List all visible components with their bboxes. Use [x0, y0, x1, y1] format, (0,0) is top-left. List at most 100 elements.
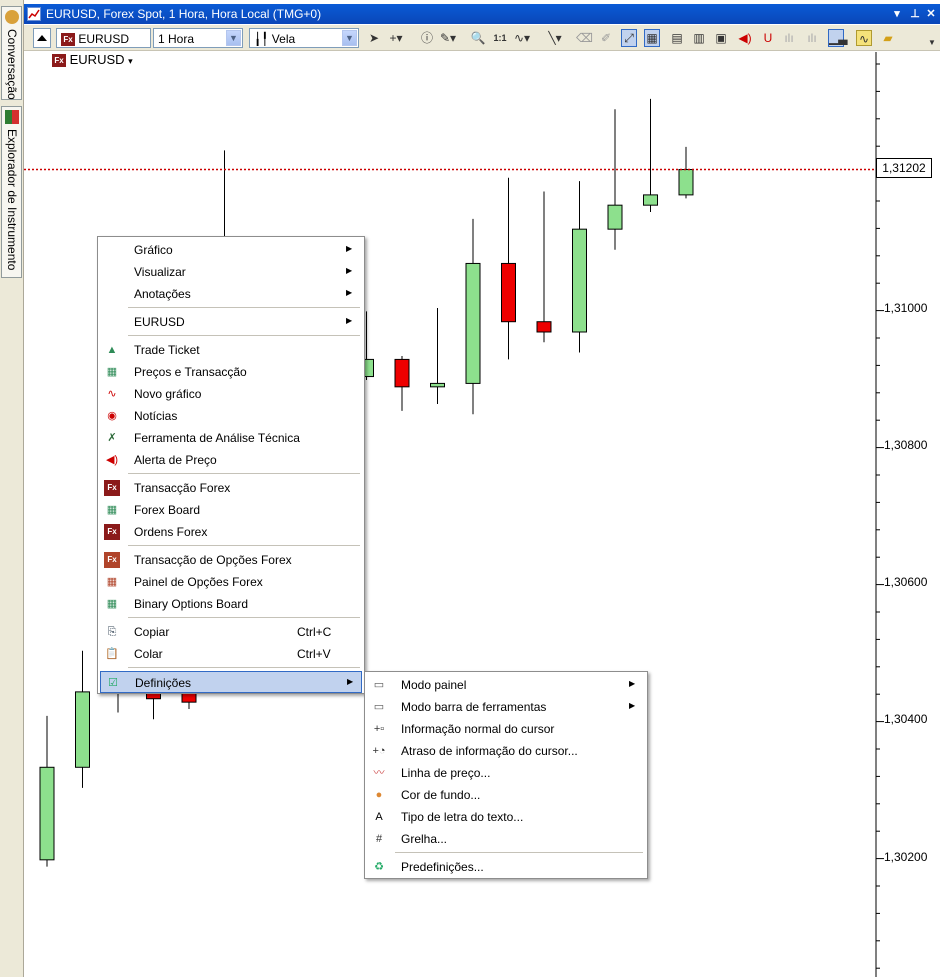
settings-submenu: ▭ Modo painel ▶ ▭ Modo barra de ferramentas ▶… [364, 671, 648, 879]
fx-orders-icon: Fx [104, 524, 120, 540]
menu-item-label: Novo gráfico [134, 387, 202, 401]
left-dock: Conversação Explorador de Instrumento [0, 0, 24, 977]
chart-a-icon[interactable]: ▤ [669, 30, 685, 46]
period-selector[interactable]: 1 Hora ▼ [153, 28, 243, 48]
price-line-icon: 〰 [373, 767, 385, 779]
instrument-explorer-icon [5, 110, 19, 124]
menu-item-alerta-de-preco[interactable]: ◀) Alerta de Preço [100, 449, 362, 471]
sound-icon[interactable]: ◀) [737, 30, 753, 46]
pattern-icon[interactable]: ▦ [644, 29, 660, 47]
menu-item-label: Ferramenta de Análise Técnica [134, 431, 300, 445]
sun-icon[interactable]: ∿ [856, 30, 872, 46]
chart-symbol-dropdown[interactable]: Fx EURUSD ▾ [52, 52, 133, 68]
menu-item-shortcut: Ctrl+C [297, 625, 332, 639]
menu-item-forex-board[interactable]: ▦ Forex Board [100, 499, 362, 521]
menu-item-transaccao-forex[interactable]: Fx Transacção Forex [100, 477, 362, 499]
menu-item-visualizar[interactable]: Visualizar ▶ [100, 261, 362, 283]
toolbar-overflow-icon[interactable]: ▼ [924, 35, 940, 51]
chart-window-icon [27, 7, 41, 21]
info-icon[interactable]: ⓘ [419, 30, 435, 46]
dock-tab-conversation[interactable]: Conversação [1, 6, 22, 100]
menu-item-ordens-forex[interactable]: Fx Ordens Forex [100, 521, 362, 543]
menu-item-ferramenta-de-analise-tecnica[interactable]: ✗ Ferramenta de Análise Técnica [100, 427, 362, 449]
menu-item-precos-e-transaccao[interactable]: ▦ Preços e Transacção [100, 361, 362, 383]
candle [536, 191, 552, 343]
price-axis-ticks [876, 63, 884, 969]
menu-separator [128, 473, 360, 474]
zoom-icon[interactable]: 🔍 [470, 30, 486, 46]
menu-separator [128, 667, 360, 668]
pin-icon[interactable]: ⊥ [908, 6, 922, 22]
eraser-icon[interactable]: ⌫ [576, 30, 593, 46]
menu-item-colar[interactable]: 📋 Colar Ctrl+V [100, 643, 362, 665]
menu-item-trade-ticket[interactable]: ▲ Trade Ticket [100, 339, 362, 361]
menu-item-label: Grelha... [401, 832, 448, 846]
prices-icon: ▦ [106, 366, 118, 378]
menu-item-novo-grafico[interactable]: ∿ Novo gráfico [100, 383, 362, 405]
menu-separator [128, 545, 360, 546]
notes-icon[interactable]: ▰ [880, 30, 896, 46]
indicator-icon[interactable]: ∿▾ [514, 30, 530, 46]
chart-type-selector[interactable]: ╽╿ Vela ▼ [249, 28, 359, 48]
trade-ticket-icon: ▲ [106, 344, 118, 356]
menu-item-modo-painel[interactable]: ▭ Modo painel ▶ [367, 674, 645, 696]
dock-tab-instrument-explorer[interactable]: Explorador de Instrumento [1, 106, 22, 278]
menu-item-binary-options-board[interactable]: ▦ Binary Options Board [100, 593, 362, 615]
dock-tab-conversation-label: Conversação [5, 29, 19, 100]
menu-item-transaccao-de-opcoes-forex[interactable]: Fx Transacção de Opções Forex [100, 549, 362, 571]
menu-item-noticias[interactable]: ◉ Notícias [100, 405, 362, 427]
collapse-toolbar-button[interactable] [33, 28, 51, 48]
one-to-one-icon[interactable]: 1:1 [492, 30, 508, 46]
menu-item-grelha[interactable]: # Grelha... [367, 828, 645, 850]
menu-item-predefinicoes[interactable]: ♻ Predefinições... [367, 856, 645, 878]
candle [607, 109, 623, 250]
chart-b-icon[interactable]: ▥ [691, 30, 707, 46]
y-tick-label: 1,30200 [884, 850, 928, 864]
menu-item-modo-barra-de-ferramentas[interactable]: ▭ Modo barra de ferramentas ▶ [367, 696, 645, 718]
menu-item-label: Transacção de Opções Forex [134, 553, 292, 567]
volume-icon[interactable]: ▁▃ [828, 29, 847, 47]
menu-item-painel-de-opcoes-forex[interactable]: ▦ Painel de Opções Forex [100, 571, 362, 593]
candle-body [678, 169, 694, 196]
menu-item-label: Modo painel [401, 678, 467, 692]
candle [572, 181, 587, 353]
menu-item-copiar[interactable]: ⎘ Copiar Ctrl+C [100, 621, 362, 643]
line-icon[interactable]: ╲▾ [547, 30, 563, 46]
panel-mode-icon: ▭ [373, 679, 385, 691]
menu-item-informacao-normal-do-cursor[interactable]: +▫ Informação normal do cursor [367, 718, 645, 740]
menu-item-anotacoes[interactable]: Anotações ▶ [100, 283, 362, 305]
menu-item-atraso-de-informacao-do-cursor[interactable]: +◔ Atraso de informação do cursor... [367, 740, 645, 762]
dock-tab-instrument-explorer-label: Explorador de Instrumento [5, 129, 19, 271]
drawing-icon[interactable]: ✎▾ [440, 30, 456, 46]
cursor-icon[interactable]: ➤ [366, 30, 382, 46]
menu-item-label: Linha de preço... [401, 766, 491, 780]
bars-icon[interactable]: ılı [781, 30, 797, 46]
candle [394, 355, 410, 411]
crosshair-icon[interactable]: +▾ [388, 30, 404, 46]
bars2-icon[interactable]: ılı [804, 30, 820, 46]
instrument-selector-value: EURUSD [78, 32, 130, 46]
background-color-icon: ● [375, 789, 383, 801]
chevron-down-icon: ▾ [128, 56, 133, 66]
cursor-delay-icon: +◔ [372, 745, 386, 757]
menu-item-label: Alerta de Preço [134, 453, 217, 467]
magnet-icon[interactable]: U [760, 30, 776, 46]
window-menu-icon[interactable]: ▾ [890, 6, 904, 22]
menu-item-tipo-de-letra-do-texto[interactable]: A Tipo de letra do texto... [367, 806, 645, 828]
instrument-selector[interactable]: Fx EURUSD [56, 28, 151, 48]
close-icon[interactable]: ✕ [924, 6, 938, 22]
menu-item-eurusd[interactable]: EURUSD ▶ [100, 311, 362, 333]
chart-c-icon[interactable]: ▣ [713, 30, 729, 46]
menu-item-grafico[interactable]: Gráfico ▶ [100, 239, 362, 261]
menu-item-label: Preços e Transacção [134, 365, 247, 379]
pointer-mode-icon[interactable]: ⤢ [621, 29, 637, 47]
menu-item-definicoes[interactable]: ☑ Definições ▶ [100, 671, 362, 693]
y-tick-label: 1,30600 [884, 575, 928, 589]
forex-board-icon: ▦ [106, 504, 118, 516]
menu-item-cor-de-fundo[interactable]: ● Cor de fundo... [367, 784, 645, 806]
submenu-arrow-icon: ▶ [346, 244, 353, 253]
menu-item-linha-de-preco[interactable]: 〰 Linha de preço... [367, 762, 645, 784]
pencil-icon[interactable]: ✐ [598, 30, 614, 46]
news-icon: ◉ [107, 410, 117, 422]
candle-body [465, 262, 481, 384]
